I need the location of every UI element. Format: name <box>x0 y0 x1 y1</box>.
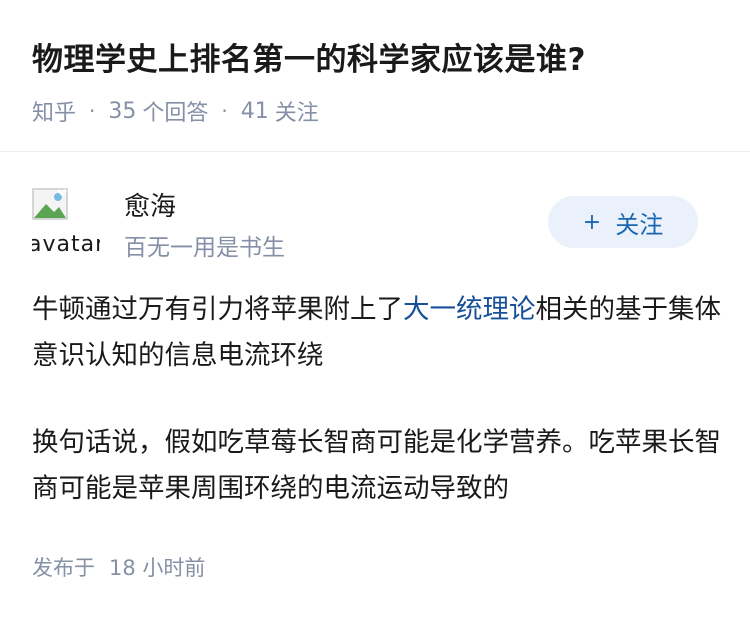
author-name[interactable]: 愈海 <box>124 186 176 223</box>
avatar-alt-text: avatar <box>32 232 100 256</box>
topic-link[interactable]: 大一统理论 <box>403 294 536 325</box>
question-header: 物理学史上排名第一的科学家应该是谁? 知乎 · 35 个回答 · 41 关注 <box>0 0 750 152</box>
follower-count: 41 <box>240 98 269 124</box>
meta-separator: · <box>221 99 228 123</box>
follow-button[interactable]: + 关注 <box>548 196 698 248</box>
broken-image-icon <box>32 188 68 220</box>
publish-time-value: 18 小时前 <box>109 556 206 580</box>
question-title[interactable]: 物理学史上排名第一的科学家应该是谁? <box>32 34 586 79</box>
follower-count-label: 关注 <box>274 101 319 126</box>
answer-text: 牛顿通过万有引力将苹果附上了 <box>32 294 403 325</box>
answer-paragraph-1: 牛顿通过万有引力将苹果附上了大一统理论相关的基于集体意识认知的信息电流环绕 <box>32 287 722 379</box>
answer-count-label: 个回答 <box>142 101 209 126</box>
publish-time[interactable]: 发布于 18 小时前 <box>32 552 205 582</box>
follow-button-label: 关注 <box>615 210 664 239</box>
plus-icon: + <box>582 209 602 235</box>
answer-count: 35 <box>108 98 137 124</box>
question-meta: 知乎 · 35 个回答 · 41 关注 <box>32 95 319 127</box>
avatar[interactable]: avatar <box>32 188 100 256</box>
source-label[interactable]: 知乎 <box>32 95 76 127</box>
author-bio: 百无一用是书生 <box>124 235 285 261</box>
publish-prefix: 发布于 <box>32 556 95 580</box>
meta-separator: · <box>89 99 96 123</box>
answer-paragraph-2: 换句话说，假如吃草莓长智商可能是化学营养。吃苹果长智商可能是苹果周围环绕的电流运… <box>32 427 721 504</box>
